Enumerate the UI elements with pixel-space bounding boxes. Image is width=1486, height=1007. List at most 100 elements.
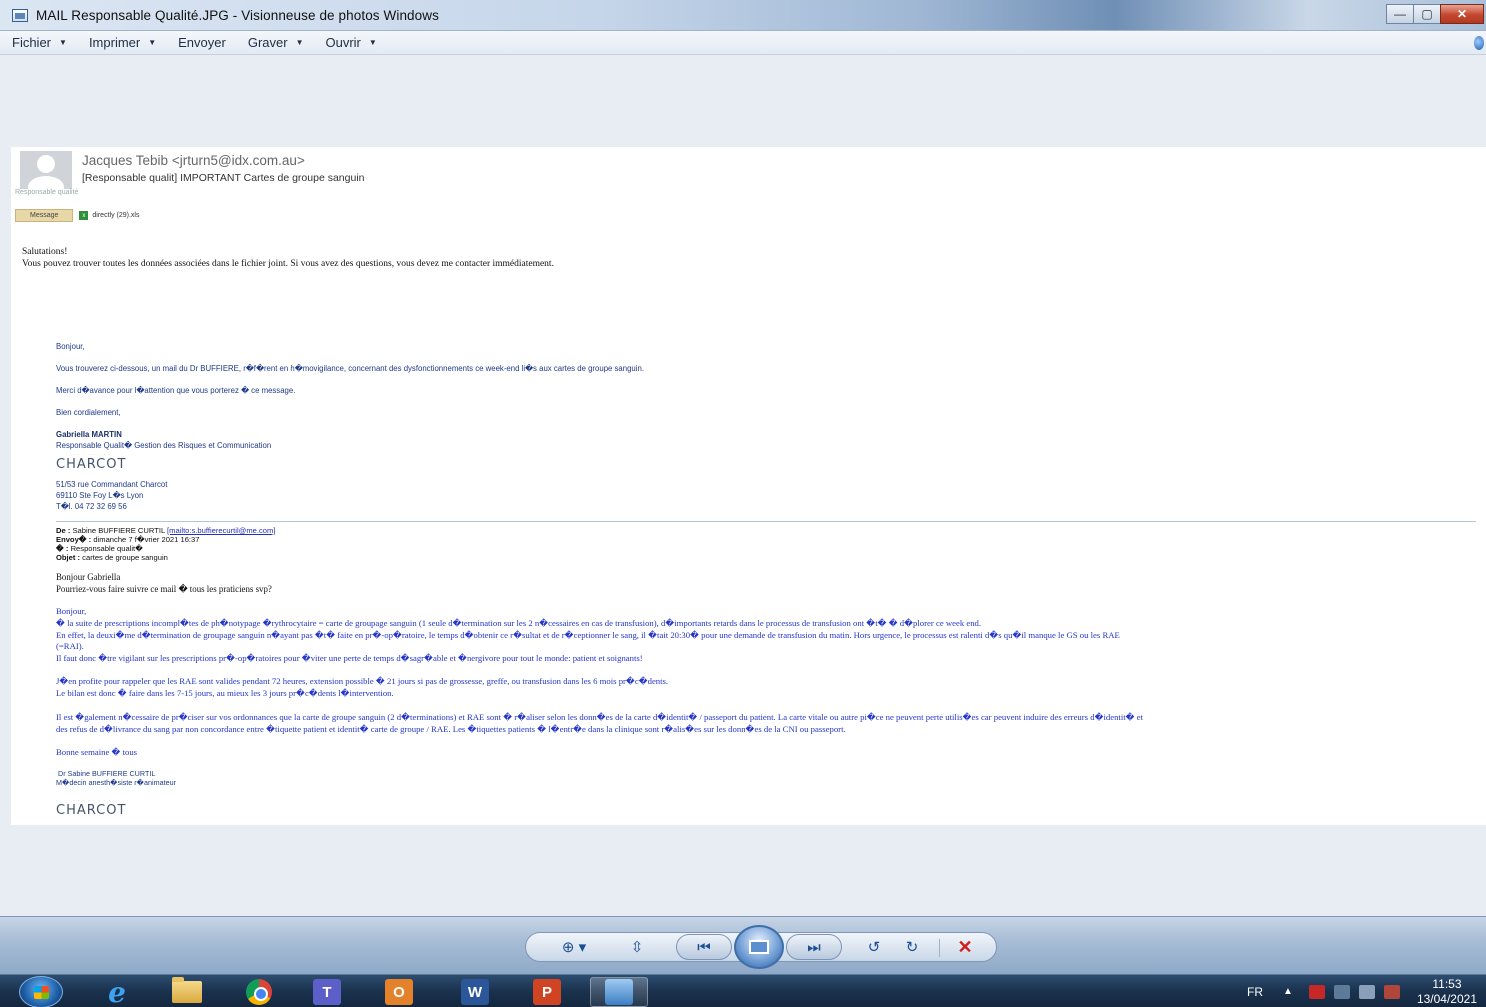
chevron-down-icon: ▼ <box>295 38 304 47</box>
network-icon[interactable] <box>1333 984 1350 999</box>
intro-line: Salutations! <box>22 247 68 257</box>
chevron-down-icon: ▼ <box>148 38 157 47</box>
photo-viewer-icon <box>605 979 633 1005</box>
orig-sent: Envoy� : dimanche 7 f�vrier 2021 16:37 <box>56 535 200 544</box>
taskbar-chrome[interactable] <box>230 977 288 1007</box>
close-button[interactable]: ✕ <box>1440 4 1484 24</box>
maximize-button[interactable]: ▢ <box>1413 4 1441 24</box>
viewer-controls: ⊕ ▾ ⇳ ⏮ ⏭ ↺ ↻ ✕ <box>0 916 1486 974</box>
outlook-icon: O <box>385 979 413 1005</box>
show-hidden-icons-icon[interactable]: ▲ <box>1283 986 1293 997</box>
divider <box>56 521 1476 522</box>
menu-label: Fichier <box>12 35 52 50</box>
delete-icon[interactable]: ✕ <box>950 934 980 960</box>
fwd-line: Merci d�avance pour l�attention que vous… <box>56 386 296 395</box>
taskbar-teams[interactable]: T <box>298 977 356 1007</box>
window-controls: — ▢ ✕ <box>1386 4 1484 24</box>
body-line: Le bilan est donc � faire dans les 7-15 … <box>56 688 394 698</box>
charcot-logo: CHARCOT <box>56 803 127 818</box>
signature-name: Gabriella MARTIN <box>56 430 122 439</box>
volume-muted-icon[interactable] <box>1383 984 1400 999</box>
menu-fichier[interactable]: Fichier ▼ <box>12 35 67 50</box>
email-sender: Jacques Tebib <jrturn5@idx.com.au> <box>82 153 305 168</box>
orig-greeting: Pourriez-vous faire suivre ce mail � tou… <box>56 584 272 594</box>
start-button[interactable] <box>19 976 63 1007</box>
email-tabs: Message x directly (29).xls <box>15 209 139 222</box>
body-line: � la suite de prescriptions incompl�tes … <box>56 618 982 628</box>
menu-bar: Fichier ▼ Imprimer ▼ Envoyer Graver ▼ Ou… <box>0 31 1486 55</box>
orig-signature: M�decin anesth�siste r�animateur <box>56 778 176 787</box>
chevron-down-icon: ▼ <box>59 38 67 47</box>
body-line: Il est �galement n�cessaire de pr�ciser … <box>56 712 1144 722</box>
address-line: 69110 Ste Foy L�s Lyon <box>56 491 144 500</box>
body-line: J�en profite pour rappeler que les RAE s… <box>56 676 669 686</box>
slideshow-button[interactable] <box>734 925 784 969</box>
from-label: De : <box>56 526 71 535</box>
menu-graver[interactable]: Graver ▼ <box>248 35 304 50</box>
language-indicator[interactable]: FR <box>1247 985 1263 999</box>
attachment-name: directly (29).xls <box>92 212 140 219</box>
clock-time: 11:53 <box>1432 976 1462 991</box>
system-tray: FR ▲ 11:53 13/04/2021 <box>1247 975 1486 1007</box>
folder-icon <box>172 977 202 1003</box>
orig-from: De : Sabine BUFFIERE CURTIL [mailto:s.bu… <box>56 526 275 535</box>
sent-value: dimanche 7 f�vrier 2021 16:37 <box>93 535 200 544</box>
menu-envoyer[interactable]: Envoyer <box>178 35 226 50</box>
fwd-line: Bien cordialement, <box>56 408 121 417</box>
teams-icon: T <box>313 979 341 1005</box>
from-name: Sabine BUFFIERE CURTIL <box>72 526 165 535</box>
displayed-image: Jacques Tebib <jrturn5@idx.com.au> [Resp… <box>11 147 1486 825</box>
rotate-right-icon[interactable]: ↻ <box>898 934 926 960</box>
orig-subject: Objet : cartes de groupe sanguin <box>56 553 168 562</box>
address-line: T�l. 04 72 32 69 56 <box>56 502 127 511</box>
menu-ouvrir[interactable]: Ouvrir ▼ <box>326 35 377 50</box>
action-center-flag-icon[interactable] <box>1308 984 1325 999</box>
menu-imprimer[interactable]: Imprimer ▼ <box>89 35 156 50</box>
slideshow-icon <box>749 940 769 954</box>
subject-value: cartes de groupe sanguin <box>82 553 168 562</box>
photo-viewer-icon <box>12 9 28 22</box>
menu-label: Envoyer <box>178 35 226 50</box>
next-button[interactable]: ⏭ <box>786 934 842 960</box>
minimize-button[interactable]: — <box>1386 4 1414 24</box>
taskbar-explorer[interactable] <box>158 977 216 1007</box>
help-icon[interactable] <box>1474 36 1484 50</box>
internet-explorer-icon: e <box>108 975 126 1007</box>
body-line: (=RAI). <box>56 641 84 651</box>
taskbar-powerpoint[interactable]: P <box>518 977 576 1007</box>
fwd-line: Vous trouverez ci-dessous, un mail du Dr… <box>56 364 645 373</box>
to-value: Responsable qualit� <box>70 544 143 553</box>
sent-label: Envoy� : <box>56 535 92 544</box>
display-icon[interactable] <box>1358 984 1375 999</box>
charcot-logo: CHARCOT <box>56 457 127 472</box>
menu-label: Graver <box>247 35 288 50</box>
taskbar-photo-viewer[interactable] <box>590 977 648 1007</box>
email-recipient: Responsable qualité <box>15 189 79 196</box>
chevron-down-icon: ▼ <box>368 38 377 47</box>
body-line: Il faut donc �tre vigilant sur les presc… <box>56 653 643 663</box>
orig-to: � : Responsable qualit� <box>56 544 143 553</box>
previous-button[interactable]: ⏮ <box>676 934 732 960</box>
taskbar-word[interactable]: W <box>446 977 504 1007</box>
mailto-link[interactable]: [mailto:s.buffierecurtil@me.com] <box>167 526 275 535</box>
avatar <box>20 151 72 189</box>
clock[interactable]: 11:53 13/04/2021 <box>1417 977 1477 1007</box>
title-bar: MAIL Responsable Qualité.JPG - Visionneu… <box>0 0 1486 31</box>
actual-size-icon[interactable]: ⇳ <box>622 934 652 960</box>
menu-label: Ouvrir <box>325 35 361 50</box>
zoom-icon[interactable]: ⊕ ▾ <box>556 934 592 960</box>
address-line: 51/53 rue Commandant Charcot <box>56 480 168 489</box>
taskbar-outlook[interactable]: O <box>370 977 428 1007</box>
image-viewport: Jacques Tebib <jrturn5@idx.com.au> [Resp… <box>0 56 1486 916</box>
excel-file-icon: x <box>79 211 89 220</box>
taskbar-internet-explorer[interactable]: e <box>88 975 146 1007</box>
orig-signature: Dr Sabine BUFFIERE CURTIL <box>58 769 156 778</box>
rotate-left-icon[interactable]: ↺ <box>860 934 888 960</box>
subject-label: Objet : <box>56 553 81 562</box>
body-line: Bonjour, <box>56 606 87 616</box>
signature-title: Responsable Qualit� Gestion des Risques … <box>56 441 272 450</box>
taskbar: e T O W P FR ▲ 11:53 13/04/2021 <box>0 974 1486 1007</box>
message-tab: Message <box>15 209 74 222</box>
fwd-hello: Bonjour, <box>56 342 85 351</box>
menu-label: Imprimer <box>88 35 141 50</box>
